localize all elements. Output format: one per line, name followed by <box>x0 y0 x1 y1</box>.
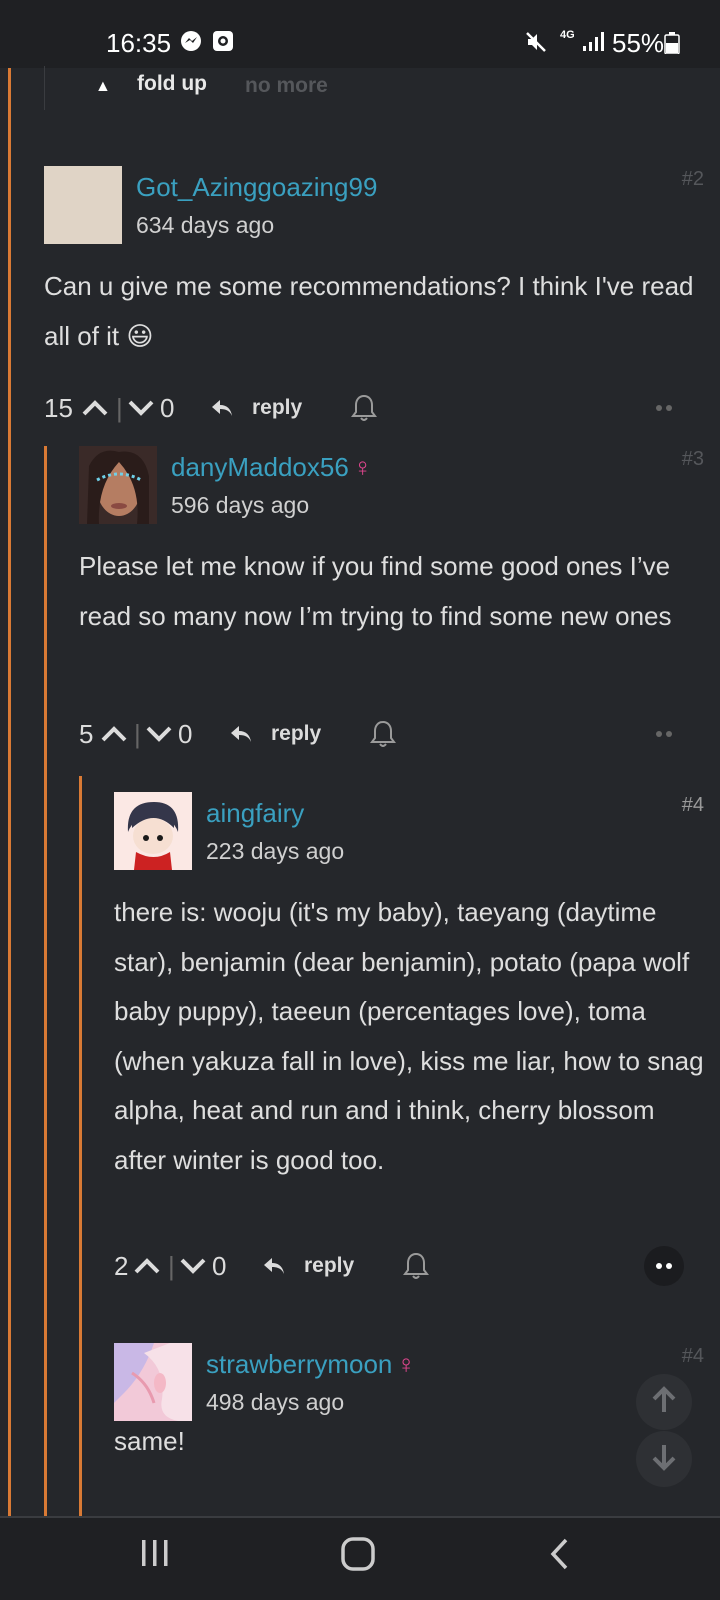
more-options-button[interactable] <box>644 388 684 428</box>
upvote-icon[interactable] <box>134 1246 160 1286</box>
caret-up-icon[interactable]: ▲ <box>95 78 111 96</box>
avatar[interactable] <box>79 446 157 524</box>
reply-icon[interactable] <box>229 714 253 754</box>
comment-actions: 5 | 0 reply <box>79 714 704 754</box>
like-count: 5 <box>79 718 94 749</box>
vote-separator: | <box>168 1250 175 1281</box>
home-icon[interactable] <box>340 1536 376 1577</box>
username-text[interactable]: danyMaddox56 <box>171 452 349 482</box>
recent-apps-icon[interactable] <box>140 1536 170 1575</box>
signal-icon <box>582 30 606 57</box>
floor-number: #4 <box>681 794 704 816</box>
mute-icon <box>524 30 548 59</box>
avatar[interactable] <box>114 792 192 870</box>
arrow-down-icon <box>651 1443 677 1476</box>
downvote-icon[interactable] <box>146 714 172 754</box>
arrow-up-icon <box>651 1385 677 1419</box>
avatar[interactable] <box>114 1343 192 1421</box>
downvote-icon[interactable] <box>128 388 154 428</box>
dislike-count: 0 <box>160 392 175 423</box>
bell-icon[interactable] <box>402 1246 430 1286</box>
avatar[interactable] <box>44 166 122 244</box>
status-time: 16:35 <box>106 28 172 58</box>
battery-percent: 55% <box>612 28 665 58</box>
dislike-count: 0 <box>178 718 193 749</box>
comment: danyMaddox56 ♀ 596 days ago #3 Please let… <box>79 446 704 749</box>
comment-text: there is: wooju (it's my baby), taeyang … <box>114 897 704 1175</box>
username[interactable]: strawberrymoon ♀ <box>206 1349 416 1380</box>
comment-time: 223 days ago <box>206 838 345 864</box>
thread-line-level-1 <box>8 68 11 1516</box>
comment-actions: 15 | 0 reply <box>44 388 704 428</box>
upvote-icon[interactable] <box>101 714 127 754</box>
more-options-button[interactable] <box>644 714 684 754</box>
messenger-icon <box>180 30 202 57</box>
navigation-bar <box>0 1516 720 1600</box>
comment: Got_Azinggoazing99 634 days ago #2 Can u… <box>44 166 704 426</box>
comment: strawberrymoon ♀ 498 days ago #4 same! <box>114 1343 704 1503</box>
comment-time: 634 days ago <box>136 212 275 238</box>
comment-text: Please let me know if you find some good… <box>79 551 672 631</box>
status-bar: 16:35 4G 55% <box>0 0 720 68</box>
no-more-label: no more <box>245 74 328 97</box>
bell-icon[interactable] <box>350 388 378 428</box>
dislike-count: 0 <box>212 1250 227 1281</box>
thread-line-level-2 <box>44 446 47 1516</box>
reply-button[interactable]: reply <box>252 388 302 428</box>
comment-text: same! <box>114 1426 185 1456</box>
fold-row: ▲ fold up no more <box>44 66 364 110</box>
username[interactable]: Got_Azinggoazing99 <box>136 172 377 203</box>
more-options-button[interactable] <box>644 1246 684 1286</box>
fold-up-button[interactable]: fold up <box>137 72 207 96</box>
comment: aingfairy 223 days ago #4 there is: wooj… <box>114 792 704 1302</box>
floor-number: #4 <box>681 1345 704 1367</box>
network-type: 4G <box>560 29 575 41</box>
username-text[interactable]: strawberrymoon <box>206 1349 392 1379</box>
camera-icon <box>212 30 234 57</box>
reply-button[interactable]: reply <box>304 1246 354 1286</box>
comment-time: 498 days ago <box>206 1389 345 1415</box>
scroll-up-button[interactable] <box>636 1374 692 1430</box>
username[interactable]: aingfairy <box>206 798 304 829</box>
downvote-icon[interactable] <box>180 1246 206 1286</box>
vote-separator: | <box>134 718 141 749</box>
username[interactable]: danyMaddox56 ♀ <box>171 452 372 483</box>
bell-icon[interactable] <box>369 714 397 754</box>
upvote-icon[interactable] <box>82 388 108 428</box>
reply-button[interactable]: reply <box>271 714 321 754</box>
floor-number: #2 <box>681 168 704 190</box>
floor-number: #3 <box>681 448 704 470</box>
scroll-down-button[interactable] <box>636 1431 692 1487</box>
battery-icon <box>664 32 680 59</box>
back-icon[interactable] <box>548 1536 572 1577</box>
reply-icon[interactable] <box>262 1246 286 1286</box>
vote-separator: | <box>116 392 123 423</box>
female-icon: ♀ <box>352 452 373 482</box>
like-count: 15 <box>44 392 73 423</box>
like-count: 2 <box>114 1250 129 1281</box>
thread-line-level-3 <box>79 776 82 1516</box>
reply-icon[interactable] <box>210 388 234 428</box>
female-icon: ♀ <box>396 1349 416 1379</box>
comment-text: Can u give me some recommendations? I th… <box>44 271 694 351</box>
comment-time: 596 days ago <box>171 492 310 518</box>
comment-actions: 2 | 0 reply <box>114 1246 704 1286</box>
